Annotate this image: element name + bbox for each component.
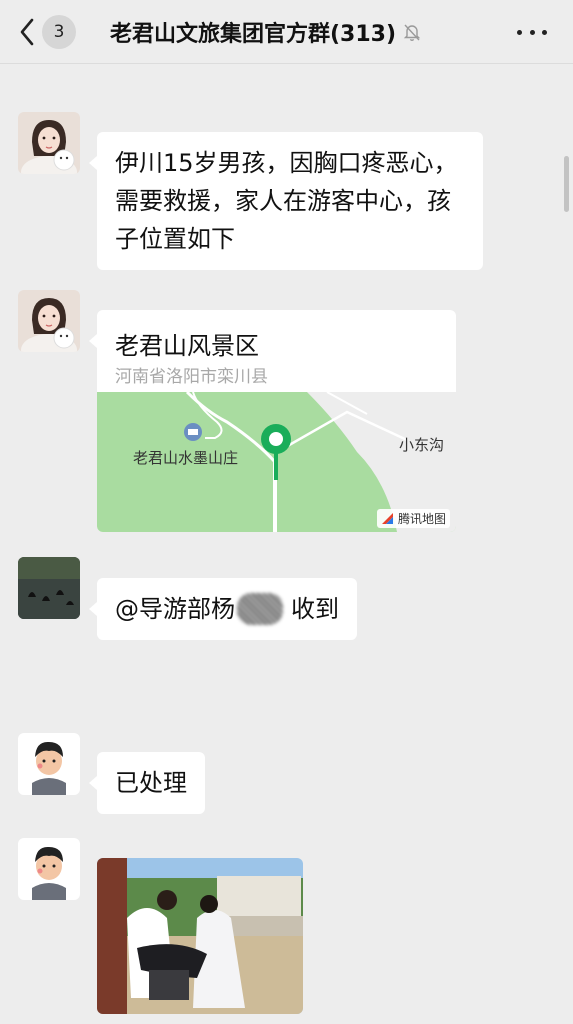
avatar-girl[interactable] (18, 290, 80, 352)
avatar-boy[interactable] (18, 838, 80, 900)
chat-title: 老君山文旅集团官方群(313) (110, 22, 397, 47)
rescue-scene-photo (97, 858, 303, 1014)
scrollbar[interactable] (564, 156, 569, 212)
location-name: 老君山风景区 (115, 332, 259, 360)
girl-avatar-icon (18, 290, 80, 352)
avatar-girl[interactable] (18, 112, 80, 174)
swans-photo-avatar-icon (18, 557, 80, 619)
message-text: 收到 (291, 595, 339, 623)
redacted-name (237, 593, 283, 625)
map-provider-logo: 腾讯地图 (376, 509, 450, 528)
message-text: 已处理 (115, 769, 187, 797)
tencent-map-icon (381, 512, 393, 524)
boy-cartoon-avatar-icon (18, 838, 80, 900)
chat-header: 3 老君山文旅集团官方群(313) (0, 0, 573, 64)
map-provider-text: 腾讯地图 (397, 512, 446, 526)
dot-icon (529, 29, 535, 35)
dot-icon (517, 29, 522, 35)
message-text: 伊川15岁男孩，因胸口疼恶心，需要救援，家人在游客中心，孩子位置如下 (115, 149, 458, 253)
dot-icon (542, 29, 547, 35)
avatar-swans[interactable] (18, 557, 80, 619)
location-address: 河南省洛阳市栾川县 (115, 367, 268, 387)
mute-bell-icon (403, 24, 421, 42)
girl-avatar-icon (18, 112, 80, 174)
more-options-button[interactable] (517, 18, 547, 46)
message-bubble-text[interactable]: 已处理 (89, 752, 205, 814)
title-area: 老君山文旅集团官方群(313) (110, 0, 422, 64)
location-card[interactable]: 老君山风景区 河南省洛阳市栾川县 老君山水墨山庄 小东沟 腾讯地图 (97, 310, 456, 532)
map-place-label: 小东沟 (399, 436, 445, 454)
map-poi-label: 老君山水墨山庄 (133, 449, 239, 467)
message-bubble-text[interactable]: 伊川15岁男孩，因胸口疼恶心，需要救援，家人在游客中心，孩子位置如下 (89, 132, 483, 270)
boy-cartoon-avatar-icon (18, 733, 80, 795)
unread-count-badge: 3 (42, 15, 76, 49)
image-message[interactable] (97, 858, 303, 1014)
message-bubble-text[interactable]: @导游部杨 收到 (89, 578, 357, 640)
avatar-boy[interactable] (18, 733, 80, 795)
chevron-left-icon (20, 18, 34, 46)
back-button[interactable]: 3 (18, 13, 88, 51)
mention-text: @导游部杨 (115, 595, 235, 623)
